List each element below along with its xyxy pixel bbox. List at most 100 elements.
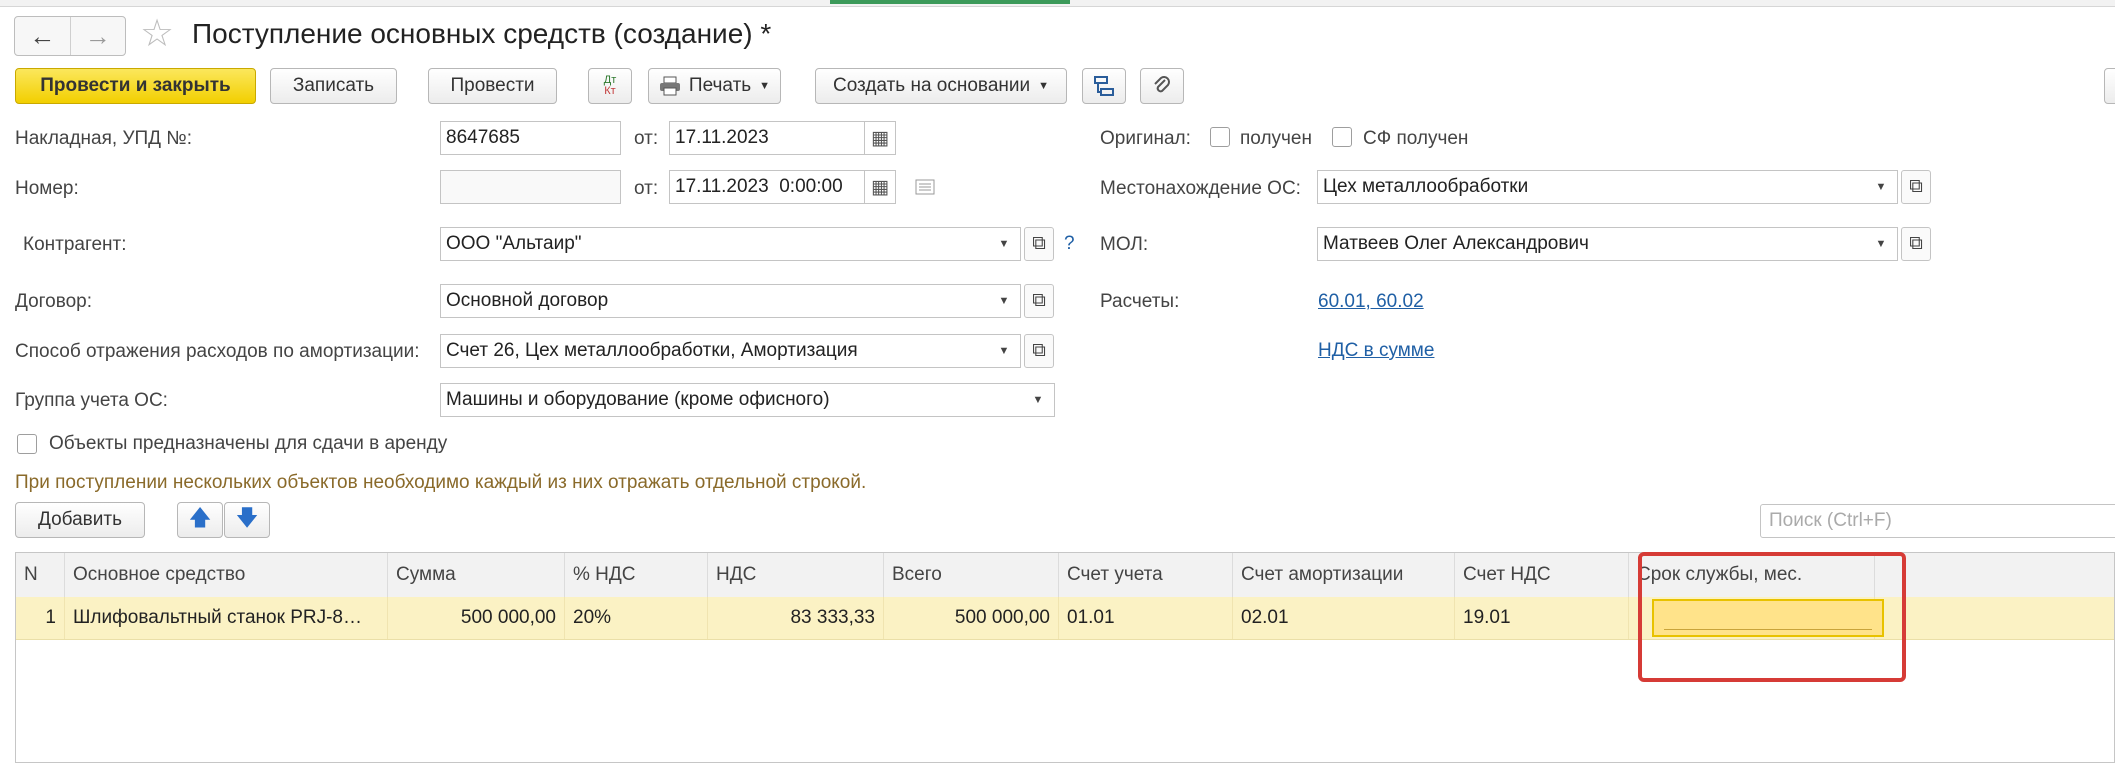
create-based-on-button[interactable]: Создать на основании ▼	[815, 68, 1067, 104]
asset-group-value: Машины и оборудование (кроме офисного)	[446, 389, 830, 410]
chevron-down-icon[interactable]: ▼	[1022, 384, 1054, 416]
more-actions-button[interactable]	[2104, 68, 2115, 104]
post-and-close-button[interactable]: Провести и закрыть	[15, 68, 256, 104]
amortization-method-value: Счет 26, Цех металлообработки, Амортизац…	[446, 340, 858, 361]
contract-field[interactable]: Основной договор ▼	[440, 284, 1021, 318]
original-received-label: получен	[1240, 128, 1312, 149]
post-button[interactable]: Провести	[428, 68, 557, 104]
asset-group-field[interactable]: Машины и оборудование (кроме офисного) ▼	[440, 383, 1055, 417]
column-header-total[interactable]: Всего	[884, 553, 1059, 597]
save-button[interactable]: Записать	[270, 68, 397, 104]
arrow-down-icon: 🡇	[235, 505, 259, 530]
paperclip-icon	[1154, 76, 1170, 93]
cell-total[interactable]: 500 000,00	[884, 597, 1059, 639]
open-mol-button[interactable]: ⧉	[1901, 227, 1931, 261]
counterparty-field[interactable]: ООО "Альтаир" ▼	[440, 227, 1021, 261]
asset-location-field[interactable]: Цех металлообработки ▼	[1317, 170, 1898, 204]
structure-button[interactable]	[1082, 68, 1126, 104]
arrow-up-icon: 🡅	[188, 505, 212, 530]
number-label: Номер:	[15, 178, 79, 199]
asset-group-label: Группа учета ОС:	[15, 390, 168, 411]
move-up-button[interactable]: 🡅	[177, 502, 223, 538]
chevron-down-icon: ▼	[759, 80, 771, 92]
hierarchy-icon	[1094, 76, 1114, 96]
column-header-amortization-account[interactable]: Счет амортизации	[1233, 553, 1455, 597]
chevron-down-icon[interactable]: ▼	[1865, 171, 1897, 203]
open-amortization-method-button[interactable]: ⧉	[1024, 334, 1054, 368]
cell-amortization-account[interactable]: 02.01	[1233, 597, 1455, 639]
move-down-button[interactable]: 🡇	[224, 502, 270, 538]
number-date-field[interactable]: 17.11.2023 0:00:00 ▦	[669, 170, 896, 204]
invoice-date-value: 17.11.2023	[675, 127, 769, 148]
create-based-on-label: Создать на основании	[832, 75, 1031, 96]
counterparty-label: Контрагент:	[23, 234, 127, 255]
help-question-icon[interactable]: ?	[1064, 233, 1075, 255]
add-row-button[interactable]: Добавить	[15, 502, 145, 538]
forward-arrow-icon[interactable]: →	[69, 17, 126, 55]
window-tab-strip	[0, 0, 2115, 7]
cell-asset[interactable]: Шлифовальтный станок PRJ-8…	[65, 597, 388, 639]
vat-in-amount-link[interactable]: НДС в сумме	[1318, 340, 1434, 362]
chevron-down-icon[interactable]: ▼	[988, 285, 1020, 317]
printer-icon	[659, 76, 680, 96]
page-title: Поступление основных средств (создание) …	[192, 18, 772, 49]
kt-label: Кт	[604, 85, 616, 97]
contract-value: Основной договор	[446, 290, 609, 311]
settlements-label: Расчеты:	[1100, 291, 1180, 312]
search-placeholder: Поиск (Ctrl+F)	[1769, 510, 1892, 531]
column-header-n[interactable]: N	[16, 553, 65, 597]
open-location-button[interactable]: ⧉	[1901, 170, 1931, 204]
chevron-down-icon: ▼	[1038, 80, 1049, 92]
contract-label: Договор:	[15, 291, 93, 312]
print-button[interactable]: Печать ▼	[648, 68, 781, 104]
highlight-frame	[1638, 552, 1906, 682]
cell-n[interactable]: 1	[16, 597, 65, 639]
column-header-sum[interactable]: Сумма	[388, 553, 565, 597]
open-counterparty-button[interactable]: ⧉	[1024, 227, 1054, 261]
mol-value: Матвеев Олег Александрович	[1323, 233, 1589, 254]
invoice-label: Накладная, УПД №:	[15, 128, 192, 149]
chevron-down-icon[interactable]: ▼	[988, 335, 1020, 367]
column-header-vat-rate[interactable]: % НДС	[565, 553, 708, 597]
favorite-star-icon[interactable]: ☆	[140, 14, 174, 54]
invoice-number-value: 8647685	[446, 127, 520, 148]
cell-vat[interactable]: 83 333,33	[708, 597, 884, 639]
active-window-tab[interactable]	[830, 0, 1070, 4]
original-received-checkbox[interactable]	[1210, 127, 1230, 147]
invoice-date-from-label: от:	[634, 128, 659, 149]
number-field[interactable]	[440, 170, 621, 204]
print-label: Печать	[688, 75, 752, 96]
search-input[interactable]: Поиск (Ctrl+F)	[1760, 504, 2115, 538]
column-header-account[interactable]: Счет учета	[1059, 553, 1233, 597]
chevron-down-icon[interactable]: ▼	[1865, 228, 1897, 260]
column-header-asset[interactable]: Основное средство	[65, 553, 388, 597]
original-label: Оригинал:	[1100, 128, 1191, 149]
attach-button[interactable]	[1140, 68, 1184, 104]
invoice-date-field[interactable]: 17.11.2023 ▦	[669, 121, 896, 155]
open-contract-button[interactable]: ⧉	[1024, 284, 1054, 318]
navigation-buttons: ← →	[14, 16, 126, 56]
counterparty-value: ООО "Альтаир"	[446, 233, 582, 254]
cell-vat-rate[interactable]: 20%	[565, 597, 708, 639]
calendar-icon[interactable]: ▦	[864, 122, 895, 154]
mol-field[interactable]: Матвеев Олег Александрович ▼	[1317, 227, 1898, 261]
dt-kt-report-button[interactable]: Дт Кт	[588, 68, 632, 104]
asset-location-value: Цех металлообработки	[1323, 176, 1529, 197]
back-arrow-icon[interactable]: ←	[15, 17, 70, 55]
column-header-vat-account[interactable]: Счет НДС	[1455, 553, 1629, 597]
cell-sum[interactable]: 500 000,00	[388, 597, 565, 639]
cell-vat-account[interactable]: 19.01	[1455, 597, 1629, 639]
sf-received-checkbox[interactable]	[1332, 127, 1352, 147]
rent-checkbox[interactable]	[17, 434, 37, 454]
column-header-vat[interactable]: НДС	[708, 553, 884, 597]
cell-account[interactable]: 01.01	[1059, 597, 1233, 639]
settlements-link[interactable]: 60.01, 60.02	[1318, 291, 1424, 313]
mol-label: МОЛ:	[1100, 234, 1149, 255]
hint-text: При поступлении нескольких объектов необ…	[15, 472, 867, 493]
rent-checkbox-label: Объекты предназначены для сдачи в аренду	[49, 433, 448, 454]
comment-icon[interactable]	[915, 178, 935, 196]
calendar-icon[interactable]: ▦	[864, 171, 895, 203]
amortization-method-field[interactable]: Счет 26, Цех металлообработки, Амортизац…	[440, 334, 1021, 368]
invoice-number-field[interactable]: 8647685	[440, 121, 621, 155]
chevron-down-icon[interactable]: ▼	[988, 228, 1020, 260]
